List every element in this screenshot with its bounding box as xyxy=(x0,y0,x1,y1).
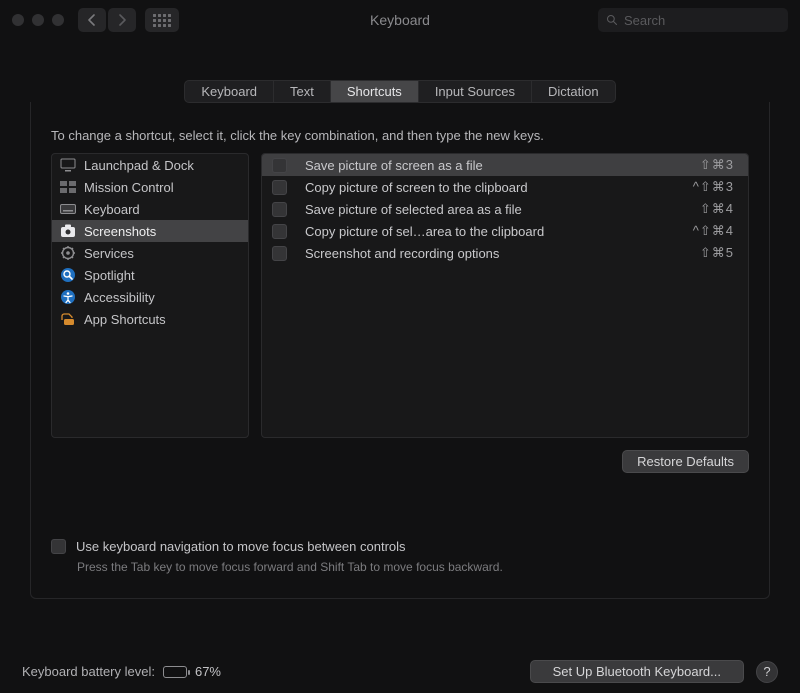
spotlight-icon xyxy=(60,267,76,283)
category-spotlight[interactable]: Spotlight xyxy=(52,264,248,286)
shortcut-keys[interactable]: ⇧⌘4 xyxy=(680,201,734,217)
category-mission-control[interactable]: Mission Control xyxy=(52,176,248,198)
keyboard-nav-checkbox[interactable] xyxy=(51,539,66,554)
shortcut-checkbox[interactable] xyxy=(272,158,287,173)
tab-shortcuts[interactable]: Shortcuts xyxy=(331,81,419,102)
shortcut-row[interactable]: Screenshot and recording options ⇧⌘5 xyxy=(262,242,748,264)
forward-button[interactable] xyxy=(108,8,136,32)
category-list: Launchpad & Dock Mission Control Keyboar… xyxy=(51,153,249,438)
shortcut-checkbox[interactable] xyxy=(272,202,287,217)
search-placeholder: Search xyxy=(624,13,665,28)
category-accessibility[interactable]: Accessibility xyxy=(52,286,248,308)
category-keyboard[interactable]: Keyboard xyxy=(52,198,248,220)
setup-bluetooth-button[interactable]: Set Up Bluetooth Keyboard... xyxy=(530,660,744,683)
shortcut-label: Save picture of selected area as a file xyxy=(305,202,680,217)
tabs: Keyboard Text Shortcuts Input Sources Di… xyxy=(184,80,615,103)
close-window-icon[interactable] xyxy=(12,14,24,26)
shortcut-label: Screenshot and recording options xyxy=(305,246,680,261)
shortcut-label: Save picture of screen as a file xyxy=(305,158,680,173)
shortcut-row[interactable]: Copy picture of sel…area to the clipboar… xyxy=(262,220,748,242)
help-button[interactable]: ? xyxy=(756,661,778,683)
keyboard-nav-label: Use keyboard navigation to move focus be… xyxy=(76,539,406,554)
category-label: Spotlight xyxy=(84,268,135,283)
battery-percentage: 67% xyxy=(195,664,221,679)
category-label: App Shortcuts xyxy=(84,312,166,327)
shortcut-list: Save picture of screen as a file ⇧⌘3 Cop… xyxy=(261,153,749,438)
shortcut-keys[interactable]: ^⇧⌘4 xyxy=(680,223,734,239)
shortcut-checkbox[interactable] xyxy=(272,224,287,239)
shortcut-keys[interactable]: ⇧⌘5 xyxy=(680,245,734,261)
category-app-shortcuts[interactable]: App Shortcuts xyxy=(52,308,248,330)
zoom-window-icon[interactable] xyxy=(52,14,64,26)
app-shortcuts-icon xyxy=(60,311,76,327)
category-launchpad-dock[interactable]: Launchpad & Dock xyxy=(52,154,248,176)
keyboard-nav-hint: Press the Tab key to move focus forward … xyxy=(77,560,749,574)
restore-defaults-button[interactable]: Restore Defaults xyxy=(622,450,749,473)
chevron-right-icon xyxy=(118,14,126,26)
tab-input-sources[interactable]: Input Sources xyxy=(419,81,532,102)
shortcut-row[interactable]: Copy picture of screen to the clipboard … xyxy=(262,176,748,198)
show-all-button[interactable] xyxy=(145,8,179,32)
chevron-left-icon xyxy=(88,14,96,26)
instruction-text: To change a shortcut, select it, click t… xyxy=(51,128,749,143)
accessibility-icon xyxy=(60,289,76,305)
search-input[interactable]: Search xyxy=(598,8,788,32)
category-label: Services xyxy=(84,246,134,261)
footer: Keyboard battery level: 67% Set Up Bluet… xyxy=(0,660,800,683)
minimize-window-icon[interactable] xyxy=(32,14,44,26)
tab-text[interactable]: Text xyxy=(274,81,331,102)
shortcut-row[interactable]: Save picture of screen as a file ⇧⌘3 xyxy=(262,154,748,176)
category-label: Mission Control xyxy=(84,180,174,195)
shortcut-checkbox[interactable] xyxy=(272,246,287,261)
shortcuts-pane: To change a shortcut, select it, click t… xyxy=(30,102,770,599)
shortcut-label: Copy picture of screen to the clipboard xyxy=(305,180,680,195)
titlebar: Keyboard Search xyxy=(0,0,800,40)
category-label: Screenshots xyxy=(84,224,156,239)
category-label: Keyboard xyxy=(84,202,140,217)
category-label: Launchpad & Dock xyxy=(84,158,194,173)
tab-dictation[interactable]: Dictation xyxy=(532,81,615,102)
shortcut-label: Copy picture of sel…area to the clipboar… xyxy=(305,224,680,239)
mission-control-icon xyxy=(60,179,76,195)
shortcut-row[interactable]: Save picture of selected area as a file … xyxy=(262,198,748,220)
screenshots-icon xyxy=(60,223,76,239)
grid-icon xyxy=(153,14,171,27)
launchpad-icon xyxy=(60,157,76,173)
battery-label: Keyboard battery level: xyxy=(22,664,155,679)
category-label: Accessibility xyxy=(84,290,155,305)
services-icon xyxy=(60,245,76,261)
category-services[interactable]: Services xyxy=(52,242,248,264)
shortcut-keys[interactable]: ^⇧⌘3 xyxy=(680,179,734,195)
window-controls xyxy=(12,14,64,26)
category-screenshots[interactable]: Screenshots xyxy=(52,220,248,242)
search-icon xyxy=(606,14,618,26)
keyboard-icon xyxy=(60,201,76,217)
shortcut-keys[interactable]: ⇧⌘3 xyxy=(680,157,734,173)
back-button[interactable] xyxy=(78,8,106,32)
shortcut-checkbox[interactable] xyxy=(272,180,287,195)
tab-keyboard[interactable]: Keyboard xyxy=(185,81,274,102)
battery-icon xyxy=(163,666,187,678)
